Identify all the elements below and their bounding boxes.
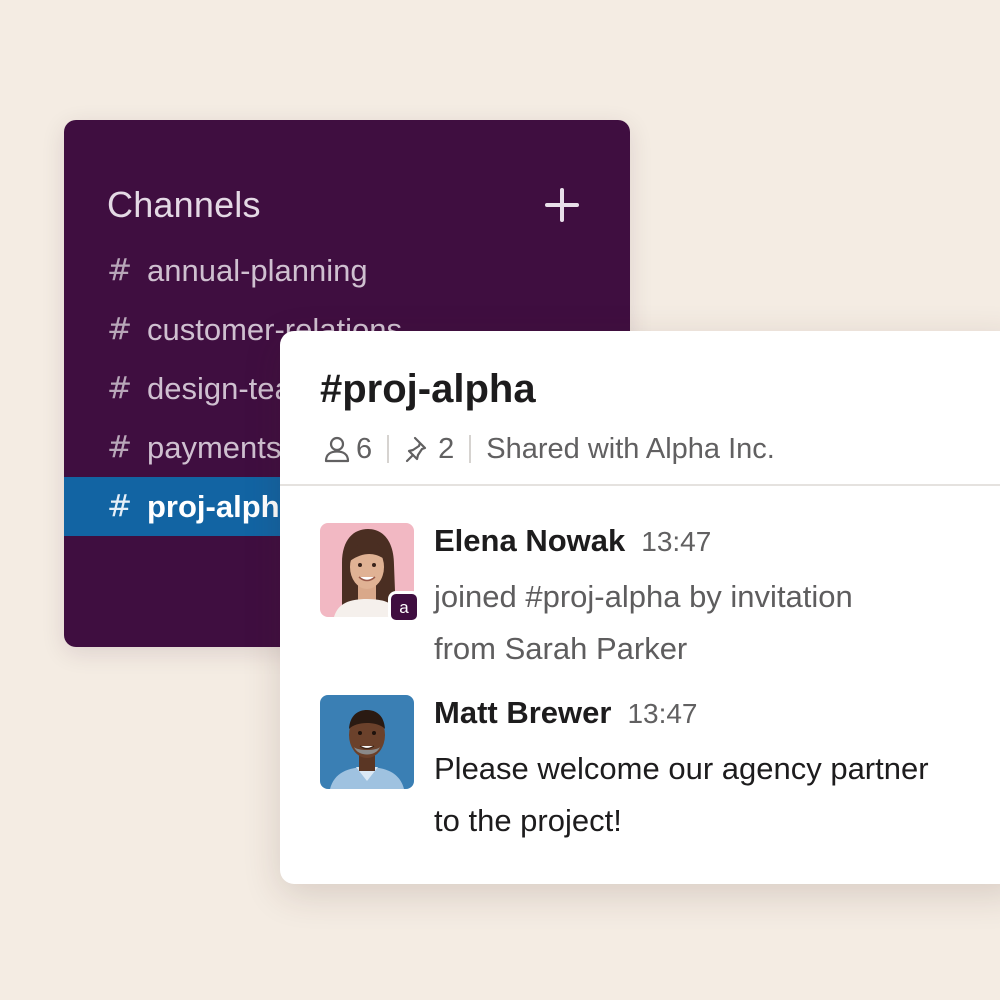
- avatar-photo: [320, 695, 414, 789]
- members-count: 6: [356, 432, 373, 465]
- members-button[interactable]: 6: [322, 433, 372, 466]
- hash-icon: #: [107, 489, 133, 524]
- author-name[interactable]: Matt Brewer: [434, 695, 611, 731]
- message-line: Please welcome our agency partner: [434, 751, 929, 786]
- hash-icon: #: [107, 312, 133, 347]
- pins-button[interactable]: 2: [404, 433, 454, 466]
- message-line: from Sarah Parker: [434, 631, 688, 666]
- timestamp[interactable]: 13:47: [641, 526, 711, 558]
- message-header: Elena Nowak 13:47: [434, 523, 1000, 567]
- pins-count: 2: [438, 432, 455, 465]
- person-icon: [324, 436, 350, 463]
- channel-panel: #proj-alpha 6 2 Shared with Alpha Inc. a…: [280, 331, 1000, 884]
- channel-meta: 6 2 Shared with Alpha Inc.: [322, 429, 775, 469]
- add-channel-button[interactable]: [542, 185, 582, 225]
- message-line: to the project!: [434, 803, 622, 838]
- sidebar-header: Channels: [107, 182, 582, 228]
- hash-icon: #: [107, 430, 133, 465]
- divider: [469, 435, 472, 463]
- external-org-badge: a: [388, 591, 420, 623]
- message-header: Matt Brewer 13:47: [434, 695, 1000, 739]
- hash-icon: #: [107, 371, 133, 406]
- badge-letter: a: [391, 594, 417, 620]
- hash-icon: #: [107, 253, 133, 288]
- channel-label: payments: [147, 429, 282, 465]
- pin-icon: [406, 436, 427, 463]
- avatar[interactable]: a: [320, 523, 420, 623]
- message-body: Matt Brewer 13:47 Please welcome our age…: [434, 695, 1000, 847]
- avatar[interactable]: [320, 695, 414, 789]
- sidebar-item-annual-planning[interactable]: # annual-planning: [64, 241, 630, 300]
- message-body: Elena Nowak 13:47 joined #proj-alpha by …: [434, 523, 1000, 675]
- sidebar-title: Channels: [107, 184, 261, 225]
- channel-label: proj-alpha: [147, 488, 297, 524]
- author-name[interactable]: Elena Nowak: [434, 523, 625, 559]
- channel-title[interactable]: #proj-alpha: [320, 367, 536, 412]
- message-line: joined #proj-alpha by invitation: [434, 579, 853, 614]
- message-text: joined #proj-alpha by invitation from Sa…: [434, 571, 1000, 675]
- shared-with-link[interactable]: Shared with Alpha Inc.: [486, 433, 775, 466]
- timestamp[interactable]: 13:47: [627, 698, 697, 730]
- divider: [387, 435, 390, 463]
- message-text: Please welcome our agency partner to the…: [434, 743, 1000, 847]
- channel-header: #proj-alpha 6 2 Shared with Alpha Inc.: [280, 331, 1000, 486]
- channel-label: annual-planning: [147, 252, 368, 288]
